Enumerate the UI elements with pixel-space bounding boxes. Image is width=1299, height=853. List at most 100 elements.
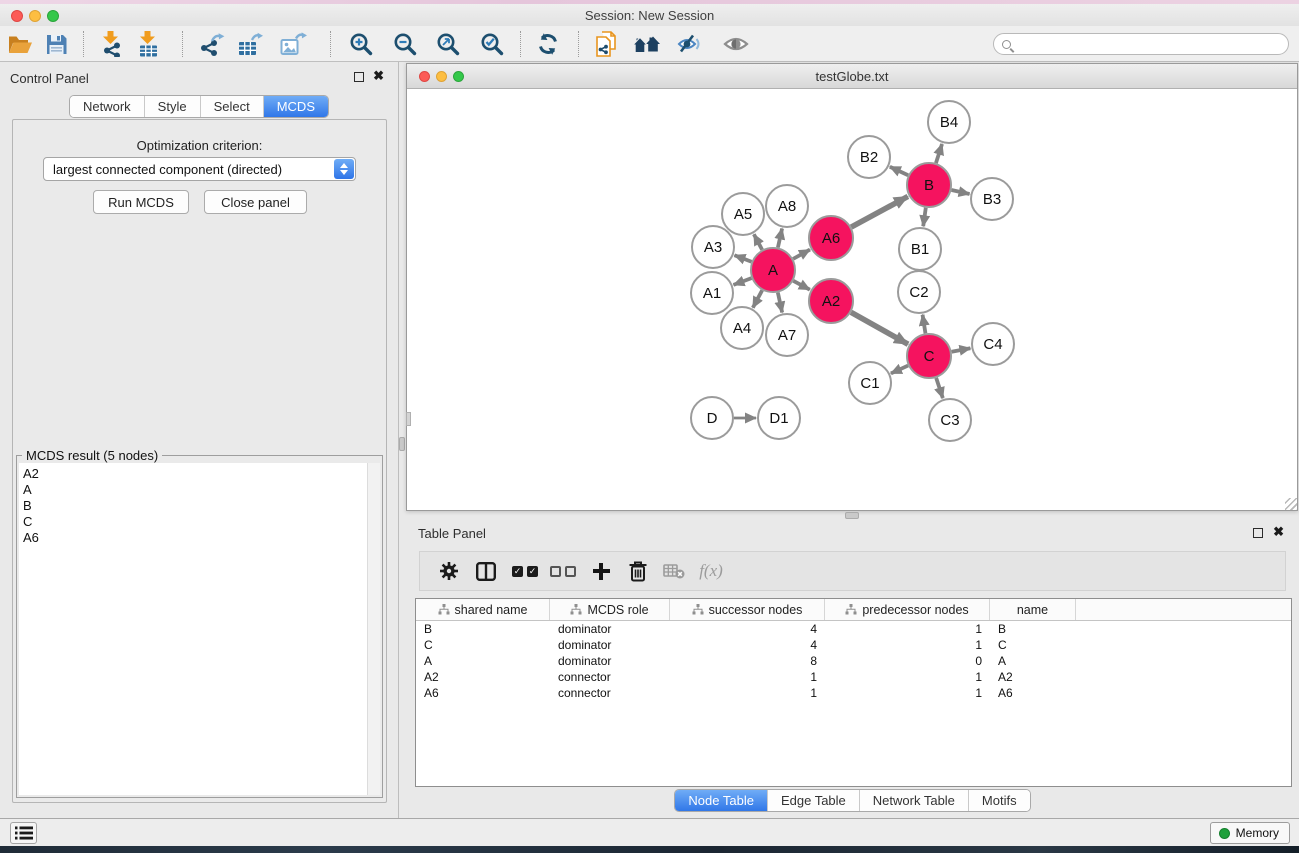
column-header-successor-nodes[interactable]: successor nodes — [670, 599, 825, 620]
delete-columns-button[interactable] — [621, 552, 655, 590]
zoom-out-button[interactable] — [388, 28, 422, 60]
horizontal-splitter-grip[interactable] — [845, 512, 859, 519]
export-network-button[interactable] — [195, 28, 229, 60]
search-input[interactable] — [1016, 37, 1288, 51]
network-edge-grip[interactable] — [406, 412, 411, 426]
show-hidden-button[interactable] — [719, 28, 753, 60]
show-column-button[interactable] — [469, 552, 503, 590]
export-table-button[interactable] — [233, 28, 267, 60]
graph-edge-A-A4[interactable] — [753, 290, 762, 307]
delete-table-button[interactable] — [657, 552, 691, 590]
graph-edge-A-A3[interactable] — [734, 255, 751, 262]
graph-edge-B-B1[interactable] — [923, 208, 926, 226]
table-cell[interactable]: A — [416, 654, 550, 668]
graph-edge-A-A7[interactable] — [778, 292, 782, 312]
select-all-columns-button[interactable]: ✓ ✓ — [508, 552, 542, 590]
new-network-from-selection-button[interactable] — [590, 28, 624, 60]
table-cell[interactable]: A6 — [990, 686, 1076, 700]
mcds-result-item[interactable]: A2 — [23, 466, 380, 482]
close-panel-icon[interactable]: ✖ — [373, 69, 384, 83]
graph-edge-C-C4[interactable] — [952, 348, 971, 352]
graph-edge-A-A8[interactable] — [778, 228, 782, 247]
table-row[interactable]: Cdominator41C — [416, 637, 1291, 653]
table-float-icon[interactable] — [1253, 528, 1263, 538]
tab-select[interactable]: Select — [200, 96, 263, 117]
table-cell[interactable]: 4 — [670, 622, 825, 636]
table-cell[interactable]: B — [416, 622, 550, 636]
table-cell[interactable]: B — [990, 622, 1076, 636]
import-network-button[interactable] — [95, 28, 129, 60]
table-cell[interactable]: 8 — [670, 654, 825, 668]
task-history-button[interactable] — [10, 822, 37, 844]
zoom-fit-button[interactable] — [431, 28, 465, 60]
refresh-button[interactable] — [531, 28, 565, 60]
criterion-select[interactable]: largest connected component (directed) — [43, 157, 356, 181]
table-cell[interactable]: 0 — [825, 654, 990, 668]
memory-button[interactable]: Memory — [1210, 822, 1290, 844]
table-row[interactable]: Bdominator41B — [416, 621, 1291, 637]
table-cell[interactable]: A2 — [990, 670, 1076, 684]
open-session-button[interactable] — [3, 28, 37, 60]
table-cell[interactable]: 1 — [825, 622, 990, 636]
import-table-button[interactable] — [131, 28, 165, 60]
table-cell[interactable]: 1 — [825, 686, 990, 700]
graph-edge-A-A1[interactable] — [734, 278, 752, 285]
column-header-MCDS-role[interactable]: MCDS role — [550, 599, 670, 620]
table-close-icon[interactable]: ✖ — [1273, 525, 1284, 539]
close-panel-button[interactable]: Close panel — [204, 190, 307, 214]
table-cell[interactable]: 1 — [670, 670, 825, 684]
function-builder-button[interactable]: f(x) — [694, 552, 728, 590]
graph-edge-B-B2[interactable] — [890, 167, 908, 176]
export-image-button[interactable] — [276, 28, 310, 60]
column-header-shared-name[interactable]: shared name — [416, 599, 550, 620]
graph-edge-C-C2[interactable] — [923, 315, 926, 334]
mcds-result-item[interactable]: B — [23, 498, 380, 514]
show-all-button[interactable] — [630, 28, 664, 60]
table-cell[interactable]: 4 — [670, 638, 825, 652]
tab-node-table[interactable]: Node Table — [675, 790, 767, 811]
table-cell[interactable]: A — [990, 654, 1076, 668]
vertical-splitter-grip[interactable] — [399, 437, 405, 451]
save-session-button[interactable] — [39, 28, 73, 60]
table-cell[interactable]: dominator — [550, 638, 670, 652]
mcds-result-item[interactable]: C — [23, 514, 380, 530]
table-cell[interactable]: 1 — [825, 670, 990, 684]
tab-network-table[interactable]: Network Table — [859, 790, 968, 811]
table-cell[interactable]: connector — [550, 686, 670, 700]
search-field[interactable] — [993, 33, 1289, 55]
unselect-all-columns-button[interactable] — [546, 552, 580, 590]
run-mcds-button[interactable]: Run MCDS — [93, 190, 189, 214]
mcds-result-item[interactable]: A6 — [23, 530, 380, 546]
create-column-button[interactable] — [584, 552, 618, 590]
column-header-name[interactable]: name — [990, 599, 1076, 620]
table-cell[interactable]: C — [990, 638, 1076, 652]
table-row[interactable]: Adominator80A — [416, 653, 1291, 669]
result-scrollbar[interactable] — [367, 463, 380, 795]
zoom-in-button[interactable] — [344, 28, 378, 60]
graph-edge-B-B4[interactable] — [936, 144, 942, 163]
table-cell[interactable]: 1 — [670, 686, 825, 700]
table-cell[interactable]: dominator — [550, 654, 670, 668]
table-row[interactable]: A2connector11A2 — [416, 669, 1291, 685]
mcds-result-item[interactable]: A — [23, 482, 380, 498]
table-cell[interactable]: connector — [550, 670, 670, 684]
graph-edge-C-C1[interactable] — [891, 366, 908, 374]
table-cell[interactable]: 1 — [825, 638, 990, 652]
hide-selected-button[interactable] — [673, 28, 707, 60]
graph-edge-B-B3[interactable] — [951, 190, 969, 194]
column-header-predecessor-nodes[interactable]: predecessor nodes — [825, 599, 990, 620]
graph-edge-A6-B[interactable] — [851, 196, 908, 227]
graph-edge-C-C3[interactable] — [936, 378, 943, 398]
table-cell[interactable]: A2 — [416, 670, 550, 684]
tab-mcds[interactable]: MCDS — [263, 96, 328, 117]
network-canvas[interactable]: AA1A3A5A8A4A7A6A2BB1B2B3B4CC1C2C3C4DD1 — [407, 89, 1297, 510]
graph-edge-A-A5[interactable] — [754, 234, 762, 249]
tab-edge-table[interactable]: Edge Table — [767, 790, 859, 811]
tab-style[interactable]: Style — [144, 96, 200, 117]
float-panel-icon[interactable] — [354, 72, 364, 82]
table-cell[interactable]: A6 — [416, 686, 550, 700]
graph-edge-A-A2[interactable] — [793, 281, 810, 290]
network-resize-grip[interactable] — [1285, 498, 1297, 510]
tab-motifs[interactable]: Motifs — [968, 790, 1030, 811]
tab-network[interactable]: Network — [70, 96, 144, 117]
